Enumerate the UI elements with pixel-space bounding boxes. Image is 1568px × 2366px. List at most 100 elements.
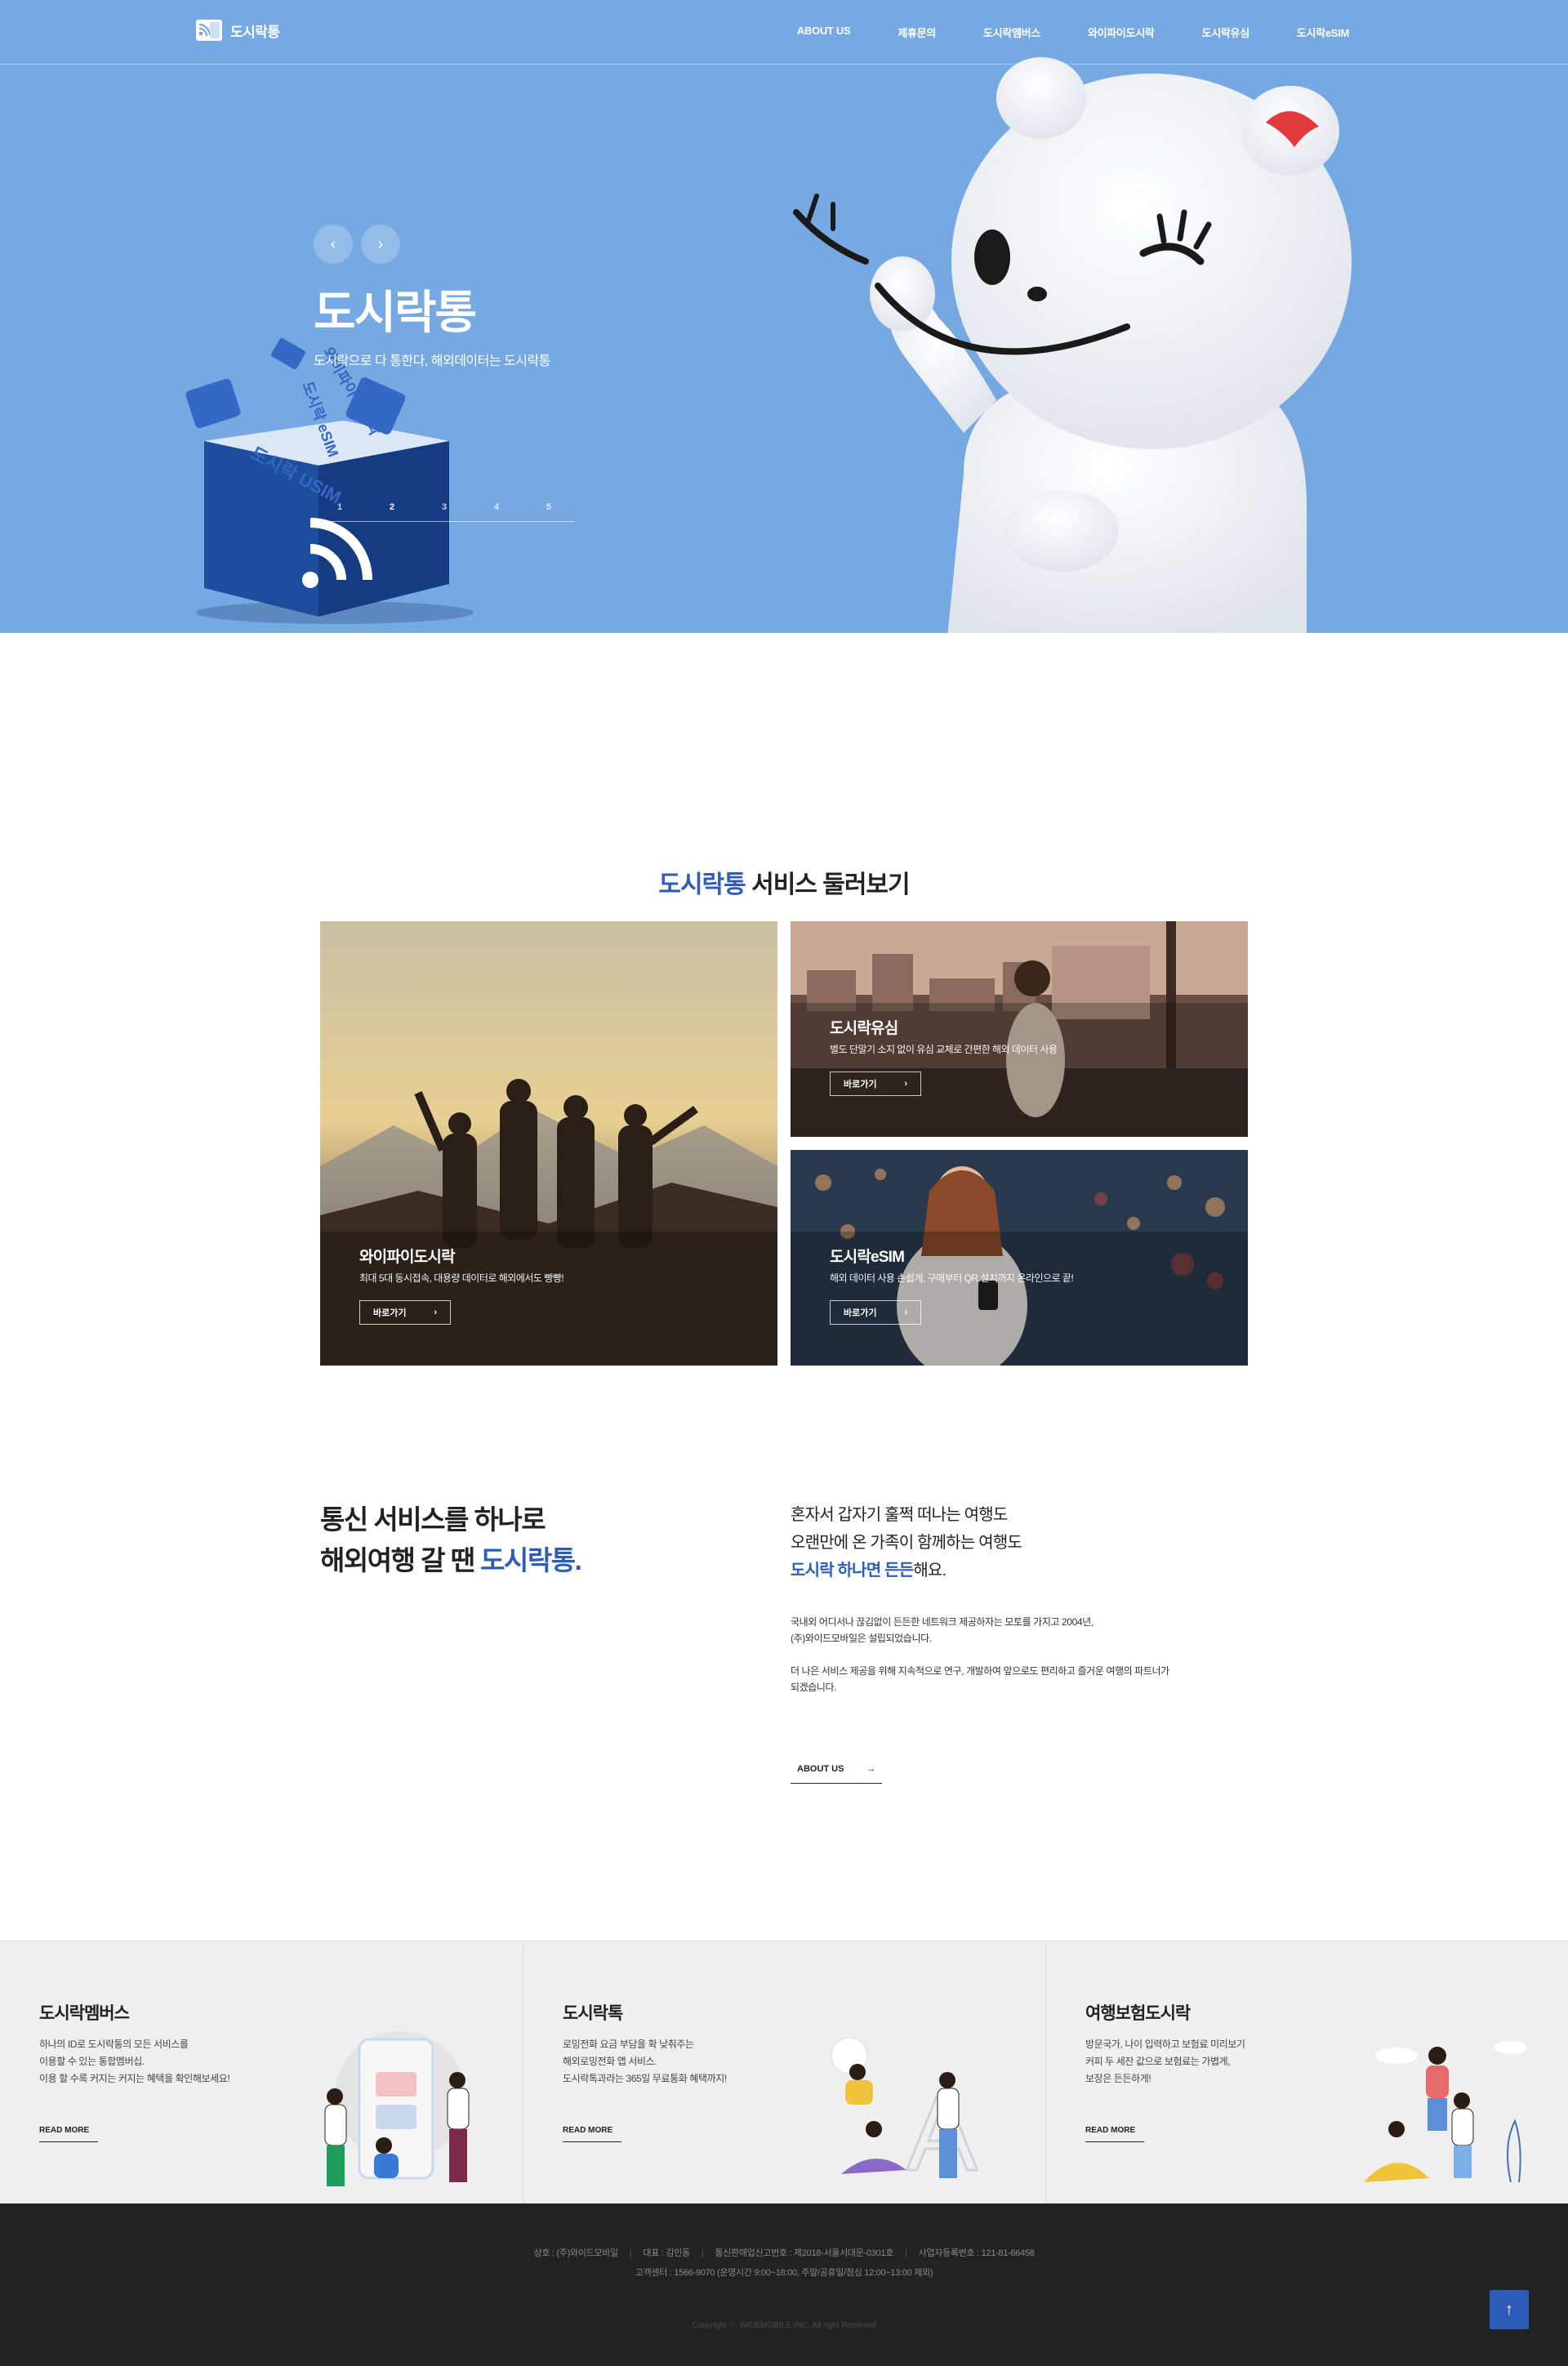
logo[interactable]: 도시락통 xyxy=(196,20,280,41)
product-cube-illustration: 도시락 USIM 도시락 eSIM 와이파이 도시락 xyxy=(185,337,474,624)
footer-ceo: 대표 : 김인동 xyxy=(643,2248,690,2258)
hero-subtitle: 도시락으로 다 통한다, 해외데이터는 도시락통 xyxy=(314,354,550,368)
promo-line: 이용 할 수록 커지는 커지는 혜택을 확인해보세요! xyxy=(39,2073,230,2084)
hero-section: 도시락통 ABOUT US 제휴문의 도시락멤버스 와이파이도시락 도시락유심 … xyxy=(0,0,1568,633)
about-us-button[interactable]: ABOUT US → xyxy=(791,1754,882,1784)
footer-telecom-reg: 통신판매업신고번호 : 제2018-서울서대문-0301호 xyxy=(715,2248,894,2258)
promo-title: 도시락멤버스 xyxy=(39,2004,130,2023)
promo-talk: 도시락톡 로밍전화 요금 부담을 확 낮춰주는 해외로밍전화 앱 서비스. 도시… xyxy=(523,1941,1045,2204)
arrow-right-icon: → xyxy=(866,1763,875,1774)
promo-description: 로밍전화 요금 부담을 확 낮춰주는 해외로밍전화 앱 서비스. 도시락톡과라는… xyxy=(563,2036,824,2088)
about-paragraph-2-line2: 되겠습니다. xyxy=(791,1682,837,1693)
promo-insurance: 여행보험도시락 방문국가, 나이 입력하고 보험료 미리보기 커피 두 세잔 값… xyxy=(1045,1941,1568,2204)
pager-item-1[interactable]: 1 xyxy=(314,502,366,521)
about-body: 국내외 어디서나 끊김없이 든든한 네트워크 제공하자는 모토를 가지고 200… xyxy=(791,1614,1169,1695)
menu-item-usim[interactable]: 도시락유심 xyxy=(1202,25,1250,40)
travel-friends-photo xyxy=(320,921,777,1366)
services-heading-rest: 서비스 둘러보기 xyxy=(745,871,911,898)
menu-item-wifi[interactable]: 와이파이도시락 xyxy=(1088,25,1155,40)
logo-icon xyxy=(196,20,222,41)
card-title: 와이파이도시락 xyxy=(359,1249,456,1266)
mascot-bear-illustration xyxy=(793,57,1352,633)
card-description: 최대 5대 동시접속, 대용량 데이터로 해외에서도 빵빵! xyxy=(359,1272,564,1284)
about-lead: 혼자서 갑자기 훌쩍 떠나는 여행도 오랜만에 온 가족이 함께하는 여행도 도… xyxy=(791,1501,1022,1584)
read-more-button[interactable]: READ MORE xyxy=(563,2119,621,2142)
card-description: 별도 단말기 소지 없이 유심 교체로 간편한 해외 데이터 사용 xyxy=(830,1044,1058,1055)
footer-service-center: 고객센터 : 1566-9070 (운영시간 9:00~18:00, 주말/공휴… xyxy=(635,2268,933,2278)
insurance-travelers-illustration xyxy=(1364,2041,1527,2183)
about-paragraph-1-line1: 국내외 어디서나 끊김없이 든든한 네트워크 제공하자는 모토를 가지고 200… xyxy=(791,1616,1094,1628)
site-footer: 상호 : (주)와이드모바일 | 대표 : 김인동 | 통신판매업신고번호 : 제201… xyxy=(0,2203,1568,2366)
footer-company-info: 상호 : (주)와이드모바일 | 대표 : 김인동 | 통신판매업신고번호 : 제201… xyxy=(533,2248,1035,2258)
chevron-right-icon: › xyxy=(904,1079,907,1089)
promo-line: 해외로밍전화 앱 서비스. xyxy=(563,2056,657,2067)
promo-description: 방문국가, 나이 입력하고 보험료 미리보기 커피 두 세잔 값으로 보험료는 … xyxy=(1085,2036,1347,2088)
pager-item-2[interactable]: 2 xyxy=(366,502,418,521)
menu-item-members[interactable]: 도시락멤버스 xyxy=(983,25,1040,40)
pager-item-3[interactable]: 3 xyxy=(418,502,470,521)
about-paragraph-2: 더 나은 서비스 제공을 위해 지속적으로 연구, 개발하여 앞으로도 편리하고… xyxy=(791,1663,1169,1695)
menu-item-about[interactable]: ABOUT US xyxy=(797,25,851,40)
menu-item-partnership[interactable]: 제휴문의 xyxy=(898,25,936,40)
card-title: 도시락유심 xyxy=(830,1020,898,1037)
about-lead-accent: 도시락 하나면 든든 xyxy=(791,1562,914,1580)
about-paragraph-1-line2: (주)와이드모바일은 설립되었습니다. xyxy=(791,1633,932,1644)
card-go-button[interactable]: 바로가기 › xyxy=(830,1300,921,1325)
read-more-button[interactable]: READ MORE xyxy=(39,2119,98,2142)
menu-item-esim[interactable]: 도시락eSIM xyxy=(1297,25,1349,40)
promo-title: 도시락톡 xyxy=(563,2004,623,2023)
arrow-up-icon[interactable]: ↑ xyxy=(1490,2290,1529,2329)
services-heading: 도시락통 서비스 둘러보기 xyxy=(0,864,1568,900)
top-navigation: 도시락통 ABOUT US 제휴문의 도시락멤버스 와이파이도시락 도시락유심 … xyxy=(0,0,1568,65)
chevron-right-icon: › xyxy=(904,1308,907,1317)
pager-item-5[interactable]: 5 xyxy=(523,502,575,521)
promo-line: 방문국가, 나이 입력하고 보험료 미리보기 xyxy=(1085,2039,1245,2050)
about-lead-line3-rest: 해요. xyxy=(913,1562,947,1580)
footer-copyright: Copyright ⓒ WIDEMOBILE INC. All right Re… xyxy=(691,2321,877,2330)
about-lead-line2: 오랜만에 온 가족이 함께하는 여행도 xyxy=(791,1534,1022,1552)
about-paragraph-2-line1: 더 나은 서비스 제공을 위해 지속적으로 연구, 개발하여 앞으로도 편리하고… xyxy=(791,1665,1169,1677)
footer-company: 상호 : (주)와이드모바일 xyxy=(533,2248,618,2258)
about-lead-line1: 혼자서 갑자기 훌쩍 떠나는 여행도 xyxy=(791,1506,1008,1524)
promo-line: 로밍전화 요금 부담을 확 낮춰주는 xyxy=(563,2039,694,2050)
promo-description: 하나의 ID로 도시락통의 모든 서비스를 이용할 수 있는 통합멤버십. 이용… xyxy=(39,2036,301,2088)
hero-pagination: 1 2 3 4 5 xyxy=(314,502,575,522)
promo-line: 하나의 ID로 도시락통의 모든 서비스를 xyxy=(39,2039,189,2050)
card-go-label: 바로가기 xyxy=(844,1308,877,1318)
card-go-label: 바로가기 xyxy=(373,1308,407,1318)
promo-members: 도시락멤버스 하나의 ID로 도시락통의 모든 서비스를 이용할 수 있는 통합… xyxy=(0,1941,523,2204)
footer-biz-reg: 사업자등록번호 : 121-81-66458 xyxy=(918,2248,1035,2258)
talk-illustration: A xyxy=(831,2037,979,2186)
hero-title: 도시락통 xyxy=(314,287,477,338)
promo-line: 커피 두 세잔 값으로 보험료는 가볍게, xyxy=(1085,2056,1231,2067)
services-heading-accent: 도시락통 xyxy=(658,871,746,898)
about-headline: 통신 서비스를 하나로 해외여행 갈 땐 도시락통. xyxy=(320,1499,582,1581)
pager-item-4[interactable]: 4 xyxy=(470,502,523,521)
about-us-button-label: ABOUT US xyxy=(797,1763,844,1774)
card-go-button[interactable]: 바로가기 › xyxy=(359,1300,451,1325)
chevron-right-icon: › xyxy=(434,1308,437,1317)
promo-line: 도시락톡과라는 365일 무료통화 혜택까지! xyxy=(563,2073,727,2084)
about-headline-line2: 해외여행 갈 땐 도시락통. xyxy=(320,1540,582,1581)
promo-title: 여행보험도시락 xyxy=(1085,2004,1191,2023)
about-lead-line3: 도시락 하나면 든든해요. xyxy=(791,1557,1022,1584)
members-illustration xyxy=(324,2031,470,2186)
promo-section: 도시락멤버스 하나의 ID로 도시락통의 모든 서비스를 이용할 수 있는 통합… xyxy=(0,1940,1568,2204)
card-description: 해외 데이터 사용 손쉽게, 구매부터 QR 설치까지 온라인으로 끝! xyxy=(830,1272,1074,1284)
service-card-esim[interactable]: 도시락eSIM 해외 데이터 사용 손쉽게, 구매부터 QR 설치까지 온라인으… xyxy=(791,1150,1248,1366)
about-headline-line2-pre: 해외여행 갈 땐 xyxy=(320,1545,481,1575)
hero-slider-arrows: ‹ › xyxy=(314,225,400,264)
card-go-button[interactable]: 바로가기 › xyxy=(830,1072,921,1096)
chevron-right-icon[interactable]: › xyxy=(361,225,400,264)
logo-text: 도시락통 xyxy=(230,24,280,40)
chevron-left-icon[interactable]: ‹ xyxy=(314,225,353,264)
main-menu: ABOUT US 제휴문의 도시락멤버스 와이파이도시락 도시락유심 도시락eS… xyxy=(797,25,1349,40)
promo-line: 보장은 든든하게! xyxy=(1085,2073,1152,2084)
read-more-button[interactable]: READ MORE xyxy=(1085,2119,1144,2142)
service-card-usim[interactable]: 도시락유심 별도 단말기 소지 없이 유심 교체로 간편한 해외 데이터 사용 … xyxy=(791,921,1248,1137)
card-go-label: 바로가기 xyxy=(844,1080,877,1089)
about-headline-line1: 통신 서비스를 하나로 xyxy=(320,1504,546,1535)
about-headline-accent: 도시락통. xyxy=(480,1545,582,1575)
service-card-wifi[interactable]: 와이파이도시락 최대 5대 동시접속, 대용량 데이터로 해외에서도 빵빵! 바… xyxy=(320,921,777,1366)
promo-line: 이용할 수 있는 통합멤버십. xyxy=(39,2056,145,2067)
